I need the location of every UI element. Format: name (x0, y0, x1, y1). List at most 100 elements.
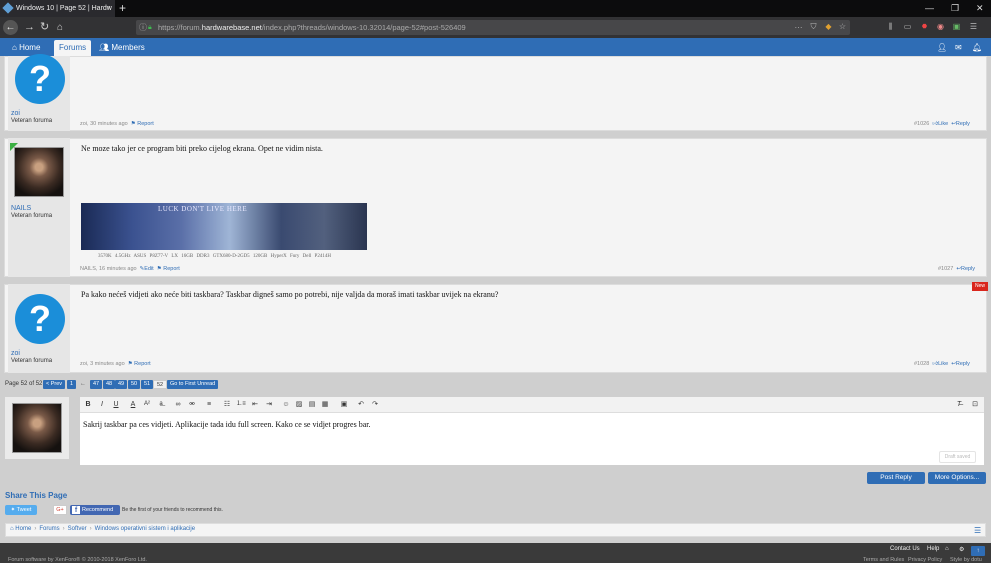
url-text[interactable]: https://forum.hardwarebase.net/index.php… (158, 20, 466, 35)
bold-icon[interactable]: B (83, 399, 93, 410)
post-username[interactable]: zoi (11, 350, 20, 357)
close-window-icon[interactable]: ✕ (976, 0, 984, 17)
bullet-list-icon[interactable]: ☷ (222, 399, 232, 410)
more-options-button[interactable]: More Options... (928, 472, 986, 484)
back-icon[interactable]: ← (3, 20, 18, 35)
prev-page-button[interactable]: < Prev (43, 380, 66, 389)
alerts-bell-icon[interactable]: 🔔︎ (972, 40, 982, 55)
extension-2-icon[interactable]: ◉ (935, 21, 946, 33)
new-tab-button[interactable]: + (119, 0, 126, 17)
pocket-icon[interactable]: ⛉ (808, 21, 819, 33)
tweet-button[interactable]: ✦ Tweet (5, 505, 37, 515)
undo-icon[interactable]: ↶ (356, 399, 366, 410)
editor-content[interactable]: Sakrij taskbar pa ces vidjeti. Aplikacij… (83, 420, 370, 429)
media-icon[interactable]: ▤ (307, 399, 317, 410)
minimize-icon[interactable]: — (925, 0, 934, 17)
breadcrumb-menu-icon[interactable]: ☰ (974, 526, 981, 535)
signature-specs: 3570K 4.5GHz ASUS P8Z77-V LX 16GB DDR3 G… (98, 254, 331, 259)
forward-icon[interactable]: → (24, 17, 35, 38)
post-number[interactable]: #1026 (914, 121, 929, 127)
edit-link[interactable]: ✎Edit (138, 266, 154, 272)
sidebar-icon[interactable]: ▭ (902, 21, 913, 33)
terms-link[interactable]: Terms and Rules (863, 557, 904, 563)
reply-link[interactable]: ↩Reply (950, 121, 970, 127)
inbox-icon[interactable]: ✉ (955, 40, 962, 55)
report-link[interactable]: ⚑ Report (129, 121, 154, 127)
page-actions-icon[interactable]: ··· (793, 20, 804, 32)
avatar[interactable]: ? (15, 54, 65, 104)
page-48-button[interactable]: 48 (103, 380, 116, 389)
help-link[interactable]: Help (927, 546, 939, 552)
post-author-time[interactable]: zoi, 30 minutes ago (80, 121, 128, 127)
page-51-button[interactable]: 51 (141, 380, 154, 389)
tab-close-icon[interactable]: × (107, 0, 111, 17)
extension-icon[interactable]: ◆ (823, 21, 834, 33)
footer-settings-icon[interactable]: ⚙ (959, 546, 964, 553)
unlink-icon[interactable]: ⚮ (187, 399, 197, 410)
contact-us-link[interactable]: Contact Us (890, 546, 920, 552)
extension-3-icon[interactable]: ▣ (951, 21, 962, 33)
facebook-recommend-button[interactable]: f Recommend (70, 505, 120, 515)
like-link[interactable]: 👍︎Like (931, 361, 948, 367)
italic-icon[interactable]: I (97, 399, 107, 410)
post-number[interactable]: #1028 (914, 361, 929, 367)
avatar[interactable]: ? (15, 294, 65, 344)
page-50-button[interactable]: 50 (128, 380, 141, 389)
save-draft-icon[interactable]: ▣ (339, 399, 349, 410)
text-color-icon[interactable]: A (128, 399, 138, 410)
privacy-link[interactable]: Privacy Policy (908, 557, 942, 563)
post-reply-button[interactable]: Post Reply (867, 472, 925, 484)
reload-icon[interactable]: ↻ (40, 17, 49, 38)
page-47-button[interactable]: 47 (90, 380, 103, 389)
underline-icon[interactable]: U (111, 399, 121, 410)
reply-link[interactable]: ↩Reply (950, 361, 970, 367)
back-to-top-icon[interactable]: ↑ (971, 546, 985, 556)
page-jump-arrow[interactable]: ← (80, 380, 86, 389)
breadcrumb-item[interactable]: Home (15, 526, 31, 532)
redo-icon[interactable]: ↷ (370, 399, 380, 410)
nav-forums[interactable]: Forums (54, 40, 92, 56)
bookmark-star-icon[interactable]: ☆ (837, 21, 848, 33)
copyright[interactable]: Forum software by XenForo® © 2010-2018 X… (8, 557, 147, 563)
font-size-icon[interactable]: A² (142, 399, 152, 410)
report-link[interactable]: ⚑ Report (126, 361, 151, 367)
breadcrumb-item[interactable]: Forums (39, 526, 59, 532)
browser-tab[interactable]: Windows 10 | Page 52 | Hardw × (0, 0, 115, 17)
nav-members[interactable]: 👥︎ Members (94, 40, 150, 56)
post-username[interactable]: NAILS (11, 205, 31, 212)
smilies-icon[interactable]: ☺ (281, 399, 291, 410)
style-credit[interactable]: Style by dotu (950, 557, 982, 563)
go-first-unread-button[interactable]: Go to First Unread (167, 380, 219, 389)
image-icon[interactable]: ▨ (294, 399, 304, 410)
remove-formatting-icon[interactable]: T̶ (954, 399, 964, 410)
outdent-icon[interactable]: ⇤ (250, 399, 260, 410)
reply-link[interactable]: ↩Reply (955, 266, 975, 272)
insert-icon[interactable]: ▦ (320, 399, 330, 410)
like-link[interactable]: 👍︎Like (931, 121, 948, 127)
google-plus-button[interactable]: G+ (53, 505, 67, 515)
toggle-bbcode-icon[interactable]: ⊡ (970, 399, 980, 410)
breadcrumb-item[interactable]: Softver (68, 526, 87, 532)
avatar[interactable] (14, 147, 64, 197)
library-icon[interactable]: ⫼ (885, 21, 896, 33)
account-icon[interactable]: 👤︎ (937, 40, 947, 55)
post-author-time[interactable]: zoi, 3 minutes ago (80, 361, 125, 367)
page-49-button[interactable]: 49 (115, 380, 128, 389)
maximize-icon[interactable]: ❐ (951, 0, 959, 17)
info-icon[interactable]: ⓘ (139, 20, 147, 35)
report-link[interactable]: ⚑ Report (155, 266, 180, 272)
font-family-icon[interactable]: a͟ (156, 399, 166, 410)
menu-icon[interactable]: ☰ (968, 21, 979, 33)
indent-icon[interactable]: ⇥ (264, 399, 274, 410)
link-icon[interactable]: ∞ (173, 399, 183, 410)
footer-home-icon[interactable]: ⌂ (945, 546, 949, 552)
home-icon[interactable]: ⌂ (57, 17, 63, 38)
adblock-icon[interactable]: ⬣ (919, 21, 930, 33)
post-author-time[interactable]: NAILS, 16 minutes ago (80, 266, 137, 272)
page-1-button[interactable]: 1 (67, 380, 77, 389)
post-number[interactable]: #1027 (938, 266, 953, 272)
breadcrumb-item[interactable]: Windows operativni sistem i aplikacije (95, 526, 195, 532)
align-icon[interactable]: ≡ (204, 399, 214, 410)
post-username[interactable]: zoi (11, 110, 20, 117)
numbered-list-icon[interactable]: ⒈≡ (236, 399, 246, 410)
